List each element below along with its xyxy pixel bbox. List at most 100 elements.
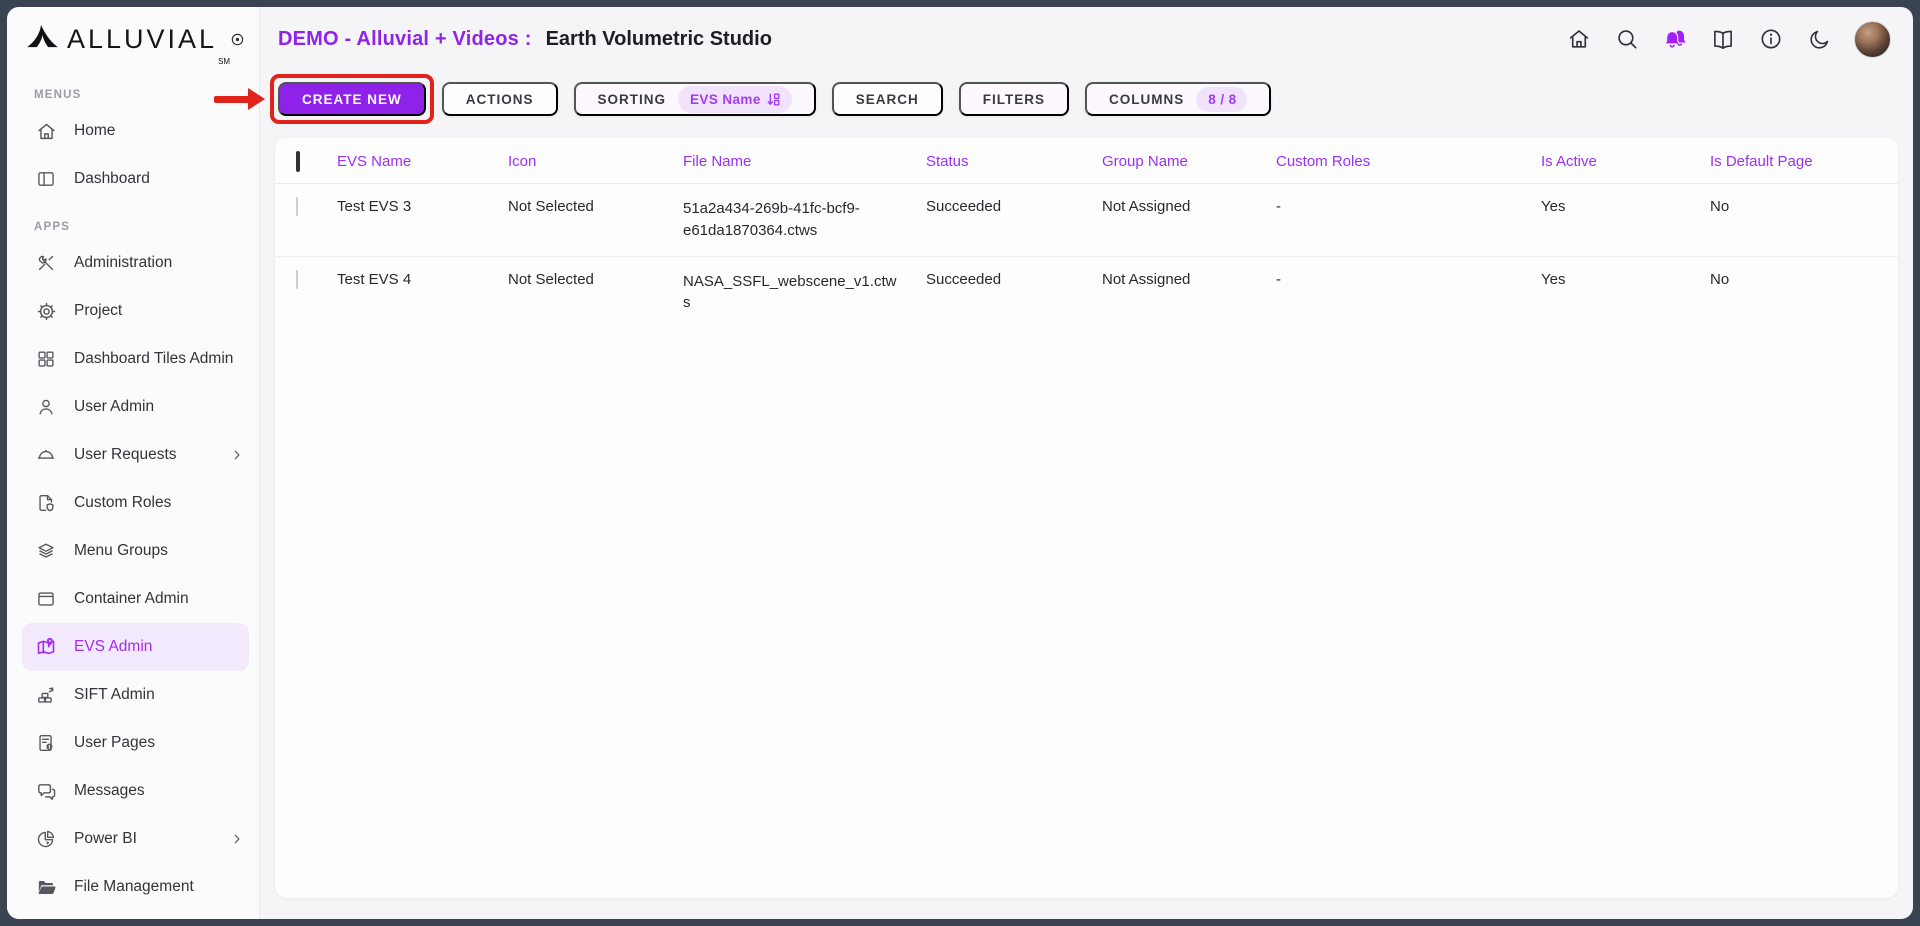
map-pin-icon <box>34 635 58 659</box>
column-header-group-name[interactable]: Group Name <box>1102 138 1276 184</box>
page-info-icon <box>34 731 58 755</box>
column-header-evs-name[interactable]: EVS Name <box>337 138 508 184</box>
sidebar-item-evs-admin[interactable]: EVS Admin <box>22 623 249 671</box>
sidebar-item-label: Custom Roles <box>74 494 171 512</box>
sidebar-item-translations[interactable]: Translations <box>7 911 259 919</box>
dark-mode-button[interactable] <box>1806 26 1832 52</box>
home-icon <box>34 119 58 143</box>
notifications-bell-icon <box>1662 25 1688 53</box>
notifications-button[interactable] <box>1662 26 1688 52</box>
sidebar-item-administration[interactable]: Administration <box>7 239 259 287</box>
gear-icon <box>34 299 58 323</box>
table-row[interactable]: Test EVS 3 Not Selected 51a2a434-269b-41… <box>275 184 1898 257</box>
info-icon <box>1758 26 1784 52</box>
sidebar-section-menus: MENUS <box>7 71 259 107</box>
layers-icon <box>34 539 58 563</box>
sorting-value-pill: EVS Name <box>678 86 792 113</box>
moon-icon <box>1807 27 1832 52</box>
cell-file-name: NASA_SSFL_webscene_v1.ctws <box>683 256 926 328</box>
column-header-is-active[interactable]: Is Active <box>1541 138 1710 184</box>
columns-button[interactable]: COLUMNS 8 / 8 <box>1085 82 1271 116</box>
sidebar-item-project[interactable]: Project <box>7 287 259 335</box>
sidebar: ALLUVIAL SM MENUS Home Dashboard APPS Ad… <box>7 7 260 919</box>
sidebar-pin-icon[interactable] <box>230 30 245 49</box>
folder-icon <box>34 875 58 899</box>
cell-is-default-page: No <box>1710 184 1898 257</box>
sidebar-item-container-admin[interactable]: Container Admin <box>7 575 259 623</box>
row-checkbox[interactable] <box>296 270 298 289</box>
sidebar-item-dashboard-tiles-admin[interactable]: Dashboard Tiles Admin <box>7 335 259 383</box>
chevron-right-icon <box>229 831 245 847</box>
sidebar-item-label: Container Admin <box>74 590 189 608</box>
actions-button[interactable]: ACTIONS <box>442 82 558 116</box>
cell-is-active: Yes <box>1541 184 1710 257</box>
sorting-button[interactable]: SORTING EVS Name <box>574 82 816 116</box>
cell-is-default-page: No <box>1710 256 1898 328</box>
home-button[interactable] <box>1566 26 1592 52</box>
sidebar-item-user-requests[interactable]: User Requests <box>7 431 259 479</box>
cell-evs-name: Test EVS 3 <box>337 184 508 257</box>
create-new-wrap: CREATE NEW <box>278 82 426 116</box>
filters-button[interactable]: FILTERS <box>959 82 1069 116</box>
document-shield-icon <box>34 491 58 515</box>
top-header: DEMO - Alluvial + Videos : Earth Volumet… <box>260 7 1913 71</box>
breadcrumb: DEMO - Alluvial + Videos : <box>278 28 532 51</box>
sidebar-item-dashboard[interactable]: Dashboard <box>7 155 259 203</box>
select-all-checkbox[interactable] <box>296 151 300 172</box>
sidebar-item-user-pages[interactable]: User Pages <box>7 719 259 767</box>
column-header-is-default-page[interactable]: Is Default Page <box>1710 138 1898 184</box>
sidebar-item-file-management[interactable]: File Management <box>7 863 259 911</box>
sorting-value: EVS Name <box>690 92 761 107</box>
search-filter-button[interactable]: SEARCH <box>832 82 943 116</box>
dashboard-icon <box>34 167 58 191</box>
column-header-icon[interactable]: Icon <box>508 138 683 184</box>
cell-is-active: Yes <box>1541 256 1710 328</box>
transfer-blocks-icon <box>34 683 58 707</box>
create-new-button[interactable]: CREATE NEW <box>278 82 426 116</box>
evs-table: EVS Name Icon File Name Status Group Nam… <box>275 138 1898 328</box>
cell-group-name: Not Assigned <box>1102 256 1276 328</box>
column-header-custom-roles[interactable]: Custom Roles <box>1276 138 1541 184</box>
sidebar-item-menu-groups[interactable]: Menu Groups <box>7 527 259 575</box>
cell-status: Succeeded <box>926 184 1102 257</box>
documentation-button[interactable] <box>1710 26 1736 52</box>
sidebar-item-label: Dashboard Tiles Admin <box>74 350 233 368</box>
app-window: ALLUVIAL SM MENUS Home Dashboard APPS Ad… <box>7 7 1913 919</box>
column-header-status[interactable]: Status <box>926 138 1102 184</box>
sidebar-item-label: Project <box>74 302 122 320</box>
main-area: DEMO - Alluvial + Videos : Earth Volumet… <box>260 7 1913 919</box>
cell-evs-name: Test EVS 4 <box>337 256 508 328</box>
info-button[interactable] <box>1758 26 1784 52</box>
grid-icon <box>34 347 58 371</box>
user-avatar[interactable] <box>1854 21 1891 58</box>
sidebar-item-power-bi[interactable]: Power BI <box>7 815 259 863</box>
sidebar-item-label: Home <box>74 122 115 140</box>
search-button[interactable] <box>1614 26 1640 52</box>
brand-trademark: SM <box>218 57 230 66</box>
cell-custom-roles: - <box>1276 184 1541 257</box>
cell-status: Succeeded <box>926 256 1102 328</box>
sidebar-item-label: User Pages <box>74 734 155 752</box>
chat-bubbles-icon <box>34 779 58 803</box>
sidebar-item-messages[interactable]: Messages <box>7 767 259 815</box>
sidebar-item-sift-admin[interactable]: SIFT Admin <box>7 671 259 719</box>
sidebar-item-user-admin[interactable]: User Admin <box>7 383 259 431</box>
sidebar-item-label: SIFT Admin <box>74 686 155 704</box>
columns-label: COLUMNS <box>1109 92 1184 107</box>
sorting-label: SORTING <box>598 92 667 107</box>
sidebar-item-label: Dashboard <box>74 170 150 188</box>
sidebar-item-label: Messages <box>74 782 145 800</box>
column-header-file-name[interactable]: File Name <box>683 138 926 184</box>
pie-chart-icon <box>34 827 58 851</box>
sidebar-item-home[interactable]: Home <box>7 107 259 155</box>
toolbar: CREATE NEW ACTIONS SORTING EVS Name SEAR… <box>260 71 1913 116</box>
sidebar-item-label: Power BI <box>74 830 137 848</box>
sidebar-item-custom-roles[interactable]: Custom Roles <box>7 479 259 527</box>
table-header-row: EVS Name Icon File Name Status Group Nam… <box>275 138 1898 184</box>
table-card: EVS Name Icon File Name Status Group Nam… <box>275 138 1898 898</box>
sidebar-item-label: User Admin <box>74 398 154 416</box>
columns-count-pill: 8 / 8 <box>1196 87 1246 112</box>
window-icon <box>34 587 58 611</box>
row-checkbox[interactable] <box>296 197 298 216</box>
table-row[interactable]: Test EVS 4 Not Selected NASA_SSFL_websce… <box>275 256 1898 328</box>
